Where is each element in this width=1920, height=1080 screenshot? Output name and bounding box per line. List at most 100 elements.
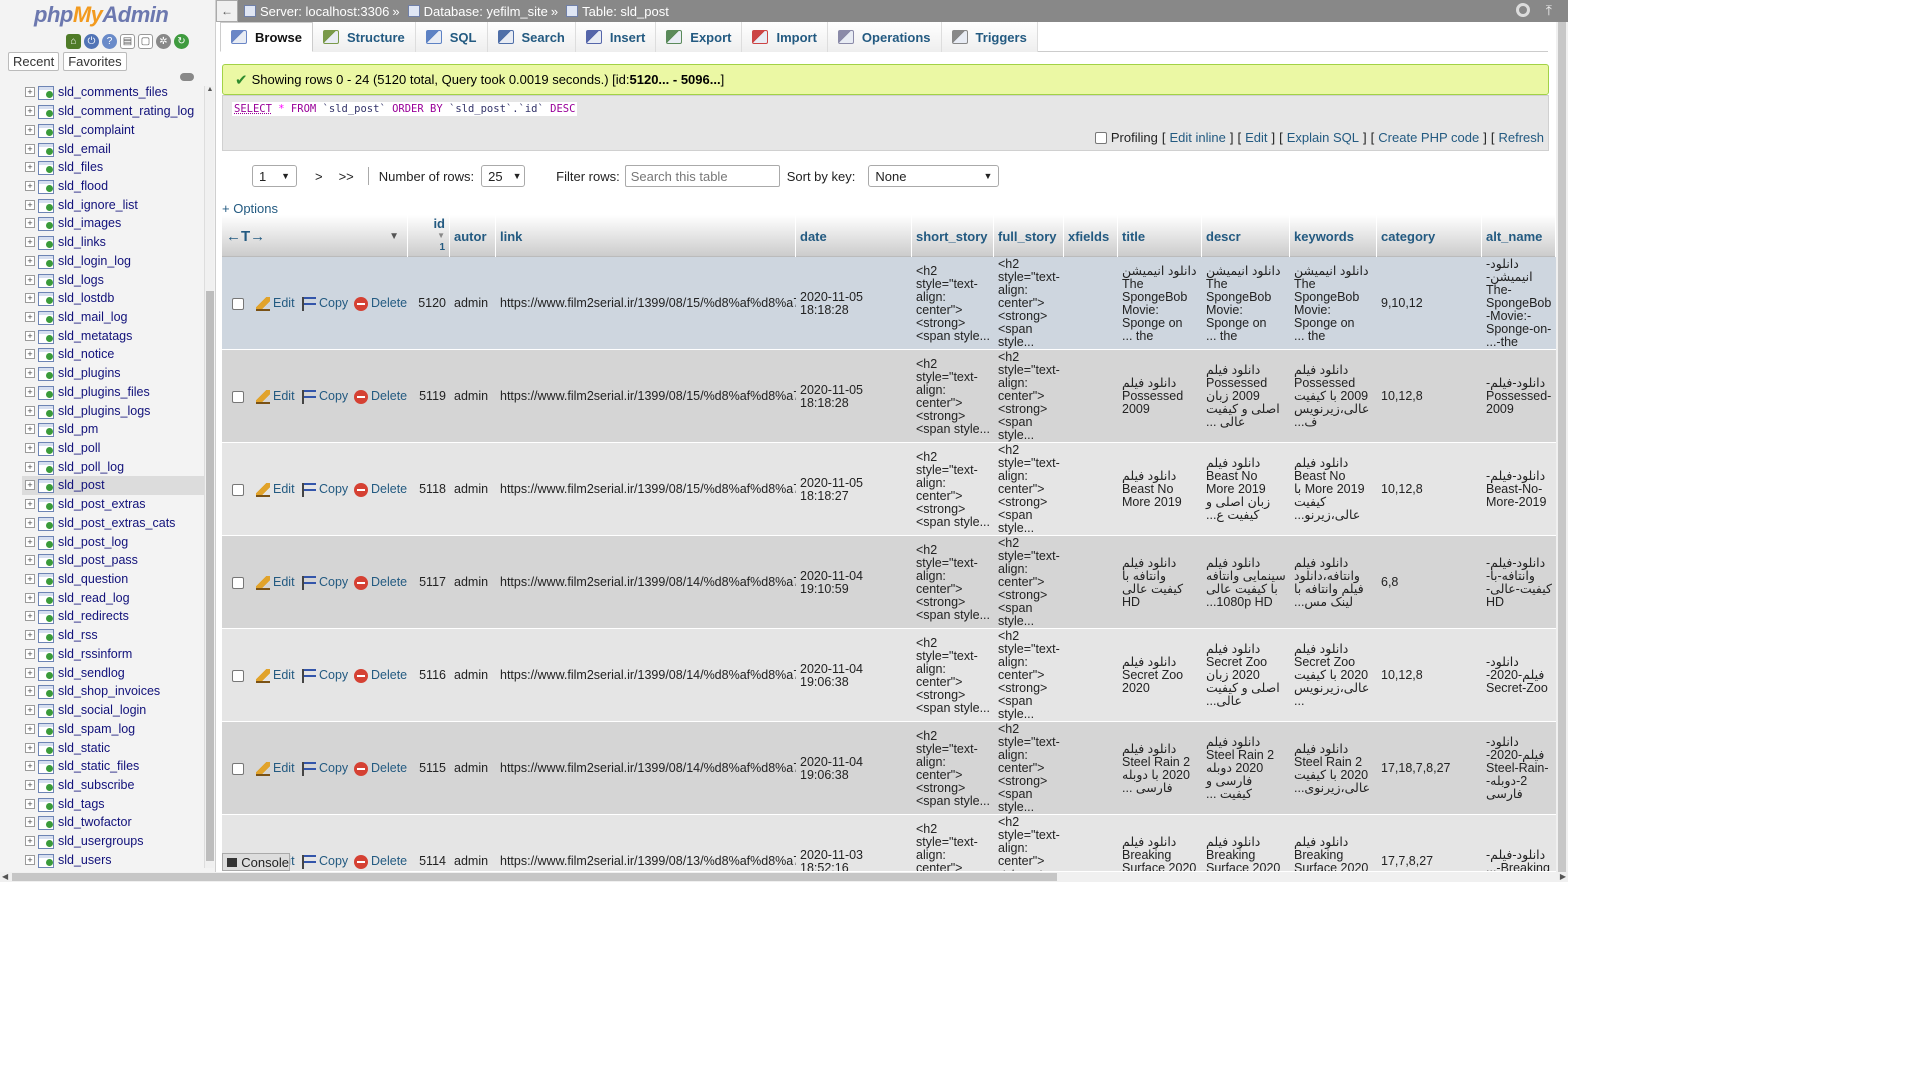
row-checkbox[interactable]	[232, 297, 244, 310]
expand-icon[interactable]: +	[25, 630, 35, 641]
cell-short-story[interactable]: <h2 style="text-align: center"><strong><…	[912, 350, 994, 443]
expand-icon[interactable]: +	[25, 798, 35, 809]
tab-import[interactable]: Import	[742, 22, 828, 52]
breadcrumb-table[interactable]: Table: sld_post	[566, 4, 669, 19]
column-menu-chevron-icon[interactable]: ▼	[389, 231, 399, 242]
col-header-category[interactable]: category	[1377, 215, 1482, 257]
expand-icon[interactable]: +	[25, 836, 35, 847]
cell-link[interactable]: https://www.film2serial.ir/1399/08/15/%d…	[496, 350, 796, 443]
tree-item-sld-plugins-files[interactable]: + sld_plugins_files	[22, 383, 204, 402]
cell-descr[interactable]: دانلود انیمیشن The SpongeBob Movie: Spon…	[1202, 257, 1290, 350]
cell-alt-name[interactable]: دانلود-انیمیشن-The-SpongeBob-Movie:-Spon…	[1482, 257, 1556, 350]
phpmyadmin-logo[interactable]: phpMyAdmin	[34, 2, 169, 28]
tree-item-sld-tags[interactable]: + sld_tags	[22, 794, 204, 813]
expand-icon[interactable]: +	[25, 180, 35, 191]
col-header-descr[interactable]: descr	[1202, 215, 1290, 257]
favorites-tab[interactable]: Favorites	[63, 52, 127, 71]
expand-icon[interactable]: +	[25, 143, 35, 154]
cell-title[interactable]: دانلود فیلم وانتافه با کیفیت عالی HD	[1118, 536, 1202, 629]
expand-icon[interactable]: +	[25, 742, 35, 753]
cell-descr[interactable]: دانلود فیلم Secret Zoo 2020 زبان اصلی و …	[1202, 629, 1290, 722]
cell-category[interactable]: 17,18,7,8,27	[1377, 722, 1482, 815]
col-header-date[interactable]: date	[796, 215, 912, 257]
cell-keywords[interactable]: دانلود فیلم Breaking Surface 2020 ...	[1290, 815, 1377, 871]
delete-action[interactable]: Delete	[350, 536, 410, 629]
cell-link[interactable]: https://www.film2serial.ir/1399/08/14/%d…	[496, 629, 796, 722]
breadcrumb-database[interactable]: Database: yefilm_site	[407, 4, 548, 19]
cell-date[interactable]: 2020-11-05 18:18:28	[796, 257, 912, 350]
tree-item-sld-post-extras-cats[interactable]: + sld_post_extras_cats	[22, 514, 204, 533]
expand-icon[interactable]: +	[25, 368, 35, 379]
tree-item-sld-mail-log[interactable]: + sld_mail_log	[22, 308, 204, 327]
tree-item-sld-post-log[interactable]: + sld_post_log	[22, 532, 204, 551]
delete-action[interactable]: Delete	[350, 815, 410, 871]
tree-item-sld-poll[interactable]: + sld_poll	[22, 439, 204, 458]
tree-item-sld-twofactor[interactable]: + sld_twofactor	[22, 813, 204, 832]
tree-item-sld-poll-log[interactable]: + sld_poll_log	[22, 457, 204, 476]
cell-xfields[interactable]	[1064, 350, 1118, 443]
copy-action[interactable]: Copy	[298, 629, 352, 722]
profiling-checkbox[interactable]	[1094, 131, 1107, 144]
copy-action[interactable]: Copy	[298, 815, 352, 871]
tree-item-sld-read-log[interactable]: + sld_read_log	[22, 588, 204, 607]
tree-item-sld-flood[interactable]: + sld_flood	[22, 177, 204, 196]
vertical-scroll-thumb[interactable]	[1558, 22, 1566, 872]
scroll-left-icon[interactable]: ◀	[2, 872, 8, 881]
collapse-topbar-icon[interactable]: ⤒	[1546, 2, 1552, 19]
row-checkbox[interactable]	[232, 390, 244, 403]
cell-autor[interactable]: admin	[450, 536, 496, 629]
tree-item-sld-usergroups[interactable]: + sld_usergroups	[22, 832, 204, 851]
expand-icon[interactable]: +	[25, 667, 35, 678]
cell-autor[interactable]: admin	[450, 443, 496, 536]
expand-icon[interactable]: +	[25, 517, 35, 528]
explain-sql-link[interactable]: Explain SQL	[1287, 130, 1359, 145]
cell-short-story[interactable]: <h2 style="text-align: center"><strong><…	[912, 536, 994, 629]
cell-alt-name[interactable]: دانلود-فیلم-Breaking-...	[1482, 815, 1556, 871]
tree-item-sld-spam-log[interactable]: + sld_spam_log	[22, 719, 204, 738]
settings-gear-icon[interactable]	[1516, 3, 1530, 17]
expand-icon[interactable]: +	[25, 349, 35, 360]
expand-icon[interactable]: +	[25, 461, 35, 472]
expand-icon[interactable]: +	[25, 761, 35, 772]
cell-keywords[interactable]: دانلود فیلم وانتافه،دانلود فیلم وانتافه …	[1290, 536, 1377, 629]
cell-full-story[interactable]: <h2 style="text-align: center"><strong><…	[994, 536, 1064, 629]
expand-icon[interactable]: +	[25, 405, 35, 416]
cell-title[interactable]: دانلود انیمیشن The SpongeBob Movie: Spon…	[1118, 257, 1202, 350]
tab-triggers[interactable]: Triggers	[941, 22, 1038, 52]
tree-item-sld-lostdb[interactable]: + sld_lostdb	[22, 289, 204, 308]
tab-search[interactable]: Search	[487, 22, 576, 52]
cell-alt-name[interactable]: دانلود-فیلم-Possessed-2009	[1482, 350, 1556, 443]
cell-short-story[interactable]: <h2 style="text-align: center"><strong><…	[912, 815, 994, 871]
cell-link[interactable]: https://www.film2serial.ir/1399/08/14/%d…	[496, 536, 796, 629]
tree-item-sld-pm[interactable]: + sld_pm	[22, 420, 204, 439]
cell-title[interactable]: دانلود فیلم Beast No More 2019	[1118, 443, 1202, 536]
tree-item-sld-comment-rating-log[interactable]: + sld_comment_rating_log	[22, 102, 204, 121]
cell-id[interactable]: 5114	[408, 815, 450, 871]
filter-rows-input[interactable]: Search this table	[624, 165, 780, 187]
copy-action[interactable]: Copy	[298, 257, 352, 350]
cell-short-story[interactable]: <h2 style="text-align: center"><strong><…	[912, 257, 994, 350]
col-header-link[interactable]: link	[496, 215, 796, 257]
cell-autor[interactable]: admin	[450, 257, 496, 350]
expand-icon[interactable]: +	[25, 817, 35, 828]
tree-item-sld-logs[interactable]: + sld_logs	[22, 270, 204, 289]
tree-item-sld-rss[interactable]: + sld_rss	[22, 626, 204, 645]
table-row[interactable]: Edit Copy Delete 5119 admin https://www.film2…	[222, 350, 1556, 443]
help-icon[interactable]: ?	[102, 34, 117, 49]
cell-title[interactable]: دانلود فیلم Breaking Surface 2020 با ...	[1118, 815, 1202, 871]
expand-icon[interactable]: +	[25, 386, 35, 397]
cell-category[interactable]: 10,12,8	[1377, 629, 1482, 722]
column-resize-controls[interactable]: ←T→ ▼	[222, 215, 408, 257]
edit-action[interactable]: Edit	[252, 722, 302, 815]
cell-title[interactable]: دانلود فیلم Steel Rain 2 2020 با دوبله ف…	[1118, 722, 1202, 815]
expand-icon[interactable]: +	[25, 274, 35, 285]
refresh-link[interactable]: Refresh	[1498, 130, 1544, 145]
cell-date[interactable]: 2020-11-03 18:52:16	[796, 815, 912, 871]
edit-action[interactable]: Edit	[252, 350, 302, 443]
tree-item-sld-static-files[interactable]: + sld_static_files	[22, 757, 204, 776]
cell-descr[interactable]: دانلود فیلم Breaking Surface 2020 ...	[1202, 815, 1290, 871]
expand-icon[interactable]: +	[25, 124, 35, 135]
expand-icon[interactable]: +	[25, 162, 35, 173]
tree-item-sld-plugins[interactable]: + sld_plugins	[22, 364, 204, 383]
cell-xfields[interactable]	[1064, 257, 1118, 350]
